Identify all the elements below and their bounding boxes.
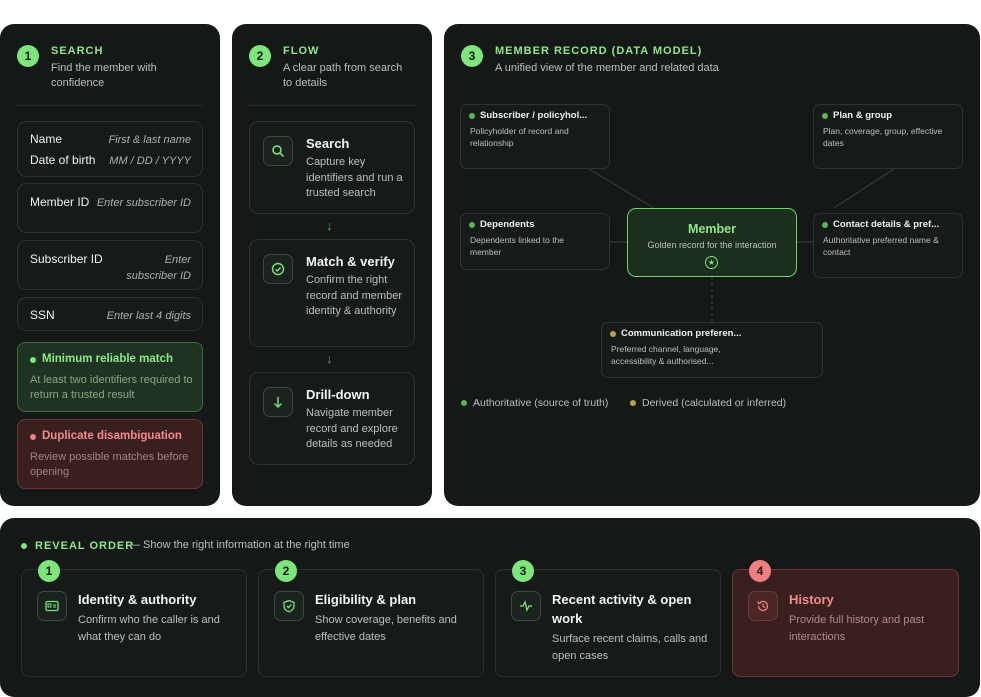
subscriber-id-card: Subscriber ID Enter subscriber ID — [17, 240, 203, 290]
danger-dot — [30, 434, 36, 440]
node-title: Contact details & pref... — [833, 219, 940, 230]
dob-label: Date of birth — [30, 153, 96, 167]
reveal-card-history[interactable]: 4 History Provide full history and past … — [732, 560, 959, 677]
name-label: Name — [30, 132, 63, 146]
reveal-card-text: Surface recent claims, calls and open ca… — [552, 633, 708, 662]
reveal-card-text: Show coverage, benefits and effective da… — [315, 614, 457, 643]
flow-step-search[interactable]: Search Capture key identifiers and run a… — [249, 121, 415, 214]
flow-step-drilldown[interactable]: Drill-down Navigate member record and ex… — [249, 372, 415, 465]
derived-dot — [610, 331, 616, 337]
member-id-label: Member ID — [30, 195, 90, 209]
minimum-match-text: At least two identifiers required to ret… — [30, 374, 193, 401]
member-id-field[interactable]: Enter subscriber ID — [96, 195, 191, 211]
legend-authoritative-dot — [461, 400, 467, 406]
star-icon: ★ — [705, 256, 718, 269]
member-title: Member — [688, 222, 736, 236]
node-title: Communication preferen... — [621, 328, 742, 339]
legend-authoritative-label: Authoritative (source of truth) — [473, 397, 609, 409]
reveal-order-subtitle: — Show the right information at the righ… — [129, 539, 350, 551]
arrow-down-icon: ↓ — [326, 218, 333, 233]
search-panel: 1 SEARCH Find the member with confidence… — [0, 24, 220, 506]
flow-title: FLOW — [283, 45, 320, 57]
reveal-card-text: Provide full history and past interactio… — [789, 614, 925, 643]
reveal-card-activity[interactable]: 3 Recent activity & open work Surface re… — [495, 560, 721, 677]
contact-node[interactable]: Contact details & pref... Authoritative … — [813, 213, 963, 278]
arrow-down-icon — [263, 387, 293, 417]
duplicate-note: Duplicate disambiguation Review possible… — [17, 419, 203, 489]
flow-step-title: Match & verify — [306, 254, 395, 269]
reveal-card-title: Eligibility & plan — [315, 592, 417, 607]
reveal-order-title: REVEAL ORDER — [35, 540, 135, 552]
plan-group-node[interactable]: Plan & group Plan, coverage, group, effe… — [813, 104, 963, 169]
step-number-badge: 4 — [749, 560, 771, 582]
reveal-order-panel: REVEAL ORDER — Show the right informatio… — [0, 518, 980, 697]
check-circle-icon — [263, 254, 293, 284]
shield-check-icon — [274, 591, 304, 621]
arrow-down-icon: ↓ — [326, 351, 333, 366]
authoritative-dot — [469, 222, 475, 228]
flow-step-text: Confirm the right record and member iden… — [306, 274, 402, 317]
subscriber-node[interactable]: Subscriber / policyhol... Policyholder o… — [460, 104, 610, 169]
divider — [17, 105, 203, 106]
search-subtitle: Find the member with confidence — [51, 62, 157, 89]
reveal-card-eligibility[interactable]: 2 Eligibility & plan Show coverage, bene… — [258, 560, 484, 677]
node-text: Policyholder of record and relationship — [470, 126, 569, 148]
reveal-card-identity[interactable]: 1 Identity & authority Confirm who the c… — [21, 560, 247, 677]
duplicate-text: Review possible matches before opening — [30, 451, 189, 478]
accent-dot — [21, 543, 27, 549]
reveal-card-text: Confirm who the caller is and what they … — [78, 614, 220, 643]
node-text: Authoritative preferred name & contact — [823, 235, 939, 257]
search-icon — [263, 136, 293, 166]
dob-field[interactable]: MM / DD / YYYY — [109, 153, 191, 169]
ssn-card: SSN Enter last 4 digits — [17, 297, 203, 331]
step-number-badge: 1 — [38, 560, 60, 582]
legend-derived-label: Derived (calculated or inferred) — [642, 397, 787, 409]
ssn-field[interactable]: Enter last 4 digits — [107, 308, 191, 324]
legend-derived-dot — [630, 400, 636, 406]
node-text: Preferred channel, language, accessibili… — [611, 344, 721, 366]
reveal-card-title: Recent activity & open work — [552, 592, 692, 626]
communication-node[interactable]: Communication preferen... Preferred chan… — [601, 322, 823, 378]
minimum-match-title: Minimum reliable match — [42, 353, 174, 365]
node-text: Dependents linked to the member — [470, 235, 565, 257]
node-title: Plan & group — [833, 110, 893, 121]
node-text: Plan, coverage, group, effective dates — [823, 126, 943, 148]
name-dob-card: Name First & last name Date of birth MM … — [17, 121, 203, 177]
divider — [249, 105, 415, 106]
duplicate-title: Duplicate disambiguation — [42, 430, 182, 442]
flow-subtitle: A clear path from search to details — [283, 62, 403, 89]
step-number-badge: 3 — [512, 560, 534, 582]
authoritative-dot — [822, 222, 828, 228]
subscriber-id-label: Subscriber ID — [30, 252, 103, 266]
reveal-card-title: History — [789, 592, 834, 607]
data-model-panel: 3 MEMBER RECORD (DATA MODEL) A unified v… — [444, 24, 980, 506]
step-number-badge: 2 — [275, 560, 297, 582]
flow-panel: 2 FLOW A clear path from search to detai… — [232, 24, 432, 506]
name-field[interactable]: First & last name — [108, 132, 191, 148]
flow-step-text: Navigate member record and explore detai… — [306, 407, 398, 450]
member-id-card: Member ID Enter subscriber ID — [17, 183, 203, 233]
id-card-icon — [37, 591, 67, 621]
activity-icon — [511, 591, 541, 621]
flow-step-text: Capture key identifiers and run a truste… — [306, 156, 403, 199]
minimum-match-note: Minimum reliable match At least two iden… — [17, 342, 203, 412]
node-title: Subscriber / policyhol... — [480, 110, 588, 121]
member-node[interactable]: Member Golden record for the interaction… — [627, 208, 797, 277]
authoritative-dot — [822, 113, 828, 119]
dependents-node[interactable]: Dependents Dependents linked to the memb… — [460, 213, 610, 270]
flow-step-match[interactable]: Match & verify Confirm the right record … — [249, 239, 415, 347]
accent-dot — [30, 357, 36, 363]
flow-step-title: Drill-down — [306, 387, 370, 402]
flow-step-title: Search — [306, 136, 350, 151]
subscriber-id-field[interactable]: Enter subscriber ID — [111, 252, 191, 284]
search-title: SEARCH — [51, 45, 104, 57]
ssn-label: SSN — [30, 308, 55, 322]
authoritative-dot — [469, 113, 475, 119]
member-text: Golden record for the interaction — [647, 240, 777, 250]
step-number-badge: 2 — [249, 45, 271, 67]
node-title: Dependents — [480, 219, 535, 230]
history-icon — [748, 591, 778, 621]
reveal-card-title: Identity & authority — [78, 592, 197, 607]
step-number-badge: 1 — [17, 45, 39, 67]
